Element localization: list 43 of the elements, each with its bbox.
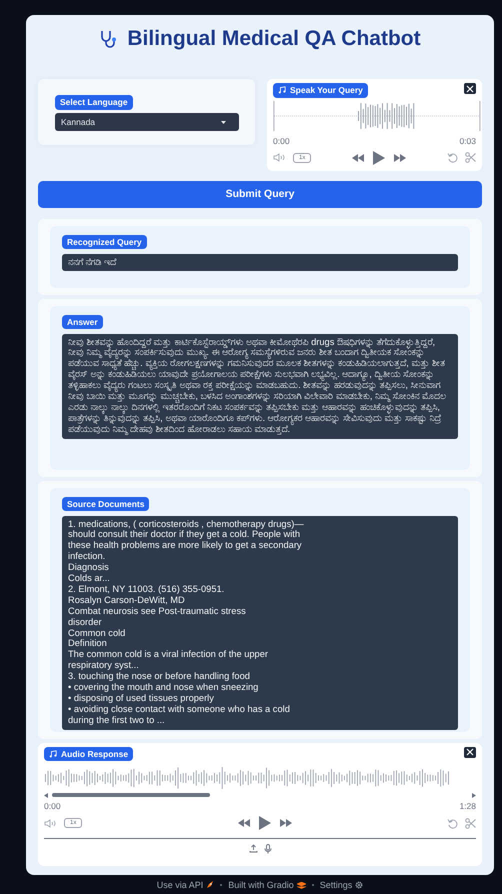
footer-link[interactable]: Built with Gradio [228,880,306,890]
logo-icon [296,882,306,888]
undo-icon[interactable] [447,152,458,163]
fast-forward-icon[interactable] [280,819,292,827]
output-text: 1. medications, ( corticosteroids , chemotherapy drugs)— should consult their doctor if they get a cold. People with these health problems are more likely to get a secondary infection. Diagnosis Colds ar... 2. Elmont, NY 11003. (516) 355-0951. Rosalyn Carson-DeWitt, MD Combat neurosis see Post-traumatic stress disorder Common cold Definition The common cold is a viral infection of the upper respiratory syst... 3. touching the nose or before handling food • covering the mouth and nose when sneezing • disposing of used tissues properly • avoiding close contact with someone who has a cold during the first two to ... [62,516,458,730]
section-label: Audio Response [44,746,134,761]
scroll-left-icon[interactable] [44,793,48,798]
rewind-icon[interactable] [352,154,364,162]
upload-icon[interactable] [248,844,258,853]
duration: 1:28 [459,801,476,811]
fast-forward-icon[interactable] [394,154,406,162]
rewind-icon[interactable] [238,819,250,827]
scissors-icon[interactable] [465,818,476,828]
section-label: Select Language [55,95,133,110]
volume-icon[interactable] [273,153,286,162]
duration: 0:03 [459,136,476,146]
language-dropdown[interactable]: Kannada [55,113,239,131]
query-text: ನನಗೆ ನೆಗಡಿ ಇದೆ [62,254,458,272]
section-label: Answer [62,314,103,329]
section-label: Recognized Query [62,234,147,249]
scissors-icon[interactable] [465,152,476,163]
music-note-icon [278,86,286,94]
undo-icon[interactable] [447,818,458,828]
music-note-icon [49,750,57,758]
caret-icon [221,120,226,124]
footer-link[interactable]: Use via API [156,880,214,890]
close-button[interactable] [464,746,476,758]
footer-link[interactable]: Settings [320,880,364,890]
output-text: ನೀವು ಶೀತವನ್ನು ಹೊಂದಿದ್ದರೆ ಮತ್ತು ಕಾರ್ಟಿಕೊಸ್ಟೆರಾಯ್ಡ್‌ಗಳು ಅಥವಾ ಕೀಮೋಥೆರಪಿ drugs ಔಷಧಿಗಳನ್ನು ತೆಗೆದುಕೊಳ್ಳುತ್ತಿದ್ದರೆ, ನೀವು ನಿಮ್ಮ ವೈದ್ಯರನ್ನು ಸಂಪರ್ಕಿಸುವುದು ಮುಖ್ಯ. ಈ ಆರೋಗ್ಯ ಸಮಸ್ಯೆಗಳಿರುವ ಜನರು ಶೀತ ಬಂದಾಗ ದ್ವಿತೀಯಕ ಸೋಂಕನ್ನು ಪಡೆಯುವ ಸಾಧ್ಯತೆ ಹೆಚ್ಚು. ವ್ಯಕ್ತಿಯ ರೋಗಲಕ್ಷಣಗಳನ್ನು ಗಮನಿಸುವುದರ ಮೂಲಕ ಶೀತಗಳನ್ನು ಕಂಡುಹಿಡಿಯಲಾಗುತ್ತದೆ, ಮತ್ತು ಶೀತ ವೈರಸ್ ಅನ್ನು ಕಂಡುಹಿಡಿಯಲು ಯಾವುದೇ ಪ್ರಯೋಗಾಲಯ ಪರೀಕ್ಷೆಗಳು ಸುಲಭವಾಗಿ ಲಭ್ಯವಿಲ್ಲ. ಆದಾಗ್ಯೂ, ದ್ವಿತೀಯ ಸೋಂಕನ್ನು ತಳ್ಳಿಹಾಕಲು ವೈದ್ಯರು ಗಂಟಲು ಸಂಸ್ಕೃತಿ ಅಥವಾ ರಕ್ತ ಪರೀಕ್ಷೆಯನ್ನು ಮಾಡಬಹುದು. ಶೀತವನ್ನು ಹರಡುವುದನ್ನು ತಪ್ಪಿಸಲು, ಸೀನುವಾಗ ನೀವು ಬಾಯಿ ಮತ್ತು ಮೂಗನ್ನು ಮುಚ್ಚಬೇಕು, ಬಳಸಿದ ಅಂಗಾಂಶಗಳನ್ನು ಸರಿಯಾಗಿ ವಿಲೇವಾರಿ ಮಾಡಬೇಕು, ನಿಮ್ಮ ಸೋಂಕಿನ ಮೊದಲ ಎರಡು ನಾಲ್ಕು ನಾಲ್ಕು ದಿನಗಳಲ್ಲಿ ಇತರರೊಂದಿಗೆ ನಿಕಟ ಸಂಪರ್ಕವನ್ನು ತಪ್ಪಿಸಬೇಕು ಮತ್ತು ಆಹಾರವನ್ನು ಹಂಚಿಕೊಳ್ಳುವುದನ್ನು ತಪ್ಪಿಸಿ, ಪಾತ್ರೆಗಳನ್ನು ತಿನ್ನುವುದನ್ನು ತಪ್ಪಿಸಿ, ಅಥವಾ ಯಾರೊಂದಿಗೂ ಕಪ್‌ಗಳು. ಆರೋಗ್ಯಕರ ಆಹಾರವನ್ನು ಸೇವಿಸುವುದು ಮತ್ತು ಸಾಕಷ್ಟು ನಿದ್ರೆ ಪಡೆಯುವುದು ನಿಮ್ಮ ದೇಹವು ಶೀತದಿಂದ ಹೋರಾಡಲು ಸಹಾಯ ಮಾಡುತ್ತದೆ. [62,334,458,439]
play-icon[interactable] [258,816,271,830]
scroll-right-icon[interactable] [472,793,476,798]
microphone-icon[interactable] [264,844,272,854]
close-button[interactable] [464,83,476,94]
submit-button[interactable]: Submit Query [38,180,482,208]
settings-icon [355,881,364,889]
current-time: 0:00 [44,801,61,811]
section-label: Speak Your Query [273,83,368,98]
rocket-icon [206,881,214,889]
app-title: Bilingual Medical QA Chatbot [127,27,421,51]
volume-icon[interactable] [44,818,57,828]
play-icon[interactable] [373,150,386,164]
section-label: Source Documents [62,496,150,511]
current-time: 0:00 [273,136,290,146]
